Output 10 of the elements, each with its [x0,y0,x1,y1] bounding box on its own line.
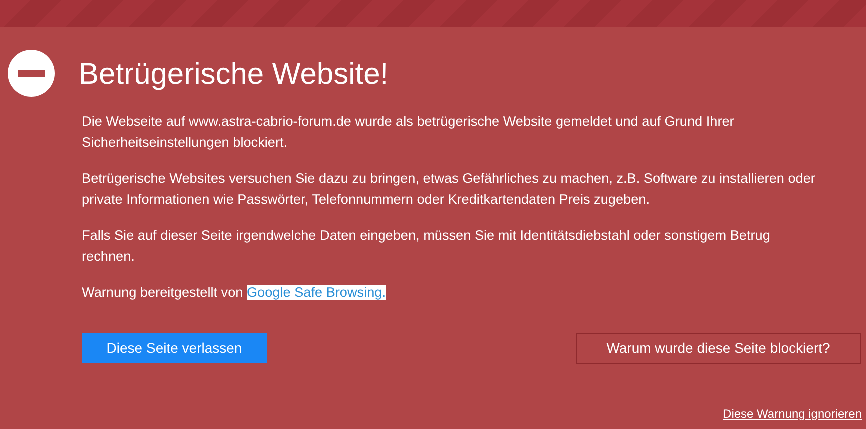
leave-page-button[interactable]: Diese Seite verlassen [82,333,267,363]
ignore-warning-link[interactable]: Diese Warnung ignorieren [723,405,862,423]
paragraph: Warnung bereitgestellt von Google Safe Browsing. [82,284,388,302]
page-title: Betrügerische Website! [79,57,389,90]
paragraph: Falls Sie auf dieser Seite irgendwelche Daten eingeben, müssen Sie mit Identitätsdiebstahl oder sonstigem Betrug rechnen. [82,227,772,266]
no-entry-icon [8,50,55,97]
safe-browsing-link[interactable]: Google Safe Browsing. [246,285,386,300]
why-blocked-button[interactable]: Warum wurde diese Seite blockiert? [576,333,861,364]
paragraph: Die Webseite auf www.astra-cabrio-forum.de wurde als betrügerische Website gemeldet und auf Grund Ihrer Sicherheitseinstellungen blockiert. [82,113,736,152]
paragraph: Betrügerische Websites versuchen Sie dazu zu bringen, etwas Gefährliches zu machen, z.B. Software zu installieren oder private Informationen wie Passwörter, Telefonnummern oder Kreditkartendaten Preis zugeben. [82,170,816,209]
